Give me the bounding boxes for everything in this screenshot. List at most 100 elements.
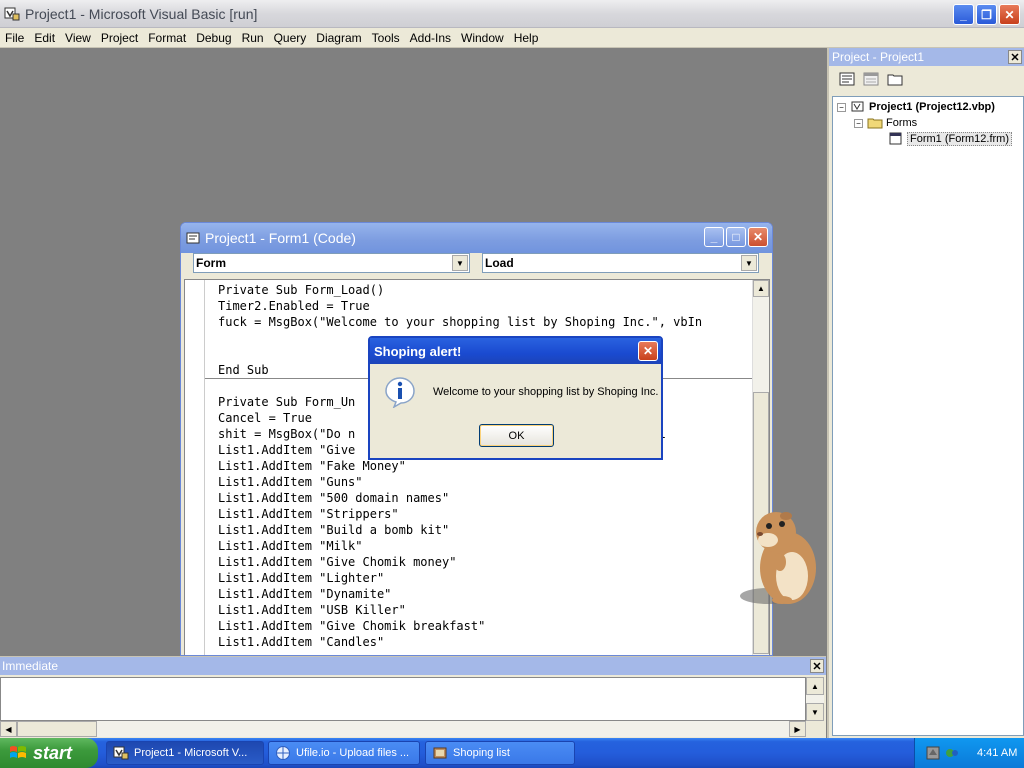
code-line: List1.AddItem "Dynamite" [218, 587, 392, 601]
project-explorer: Project - Project1 ✕ − Project1 (Project… [827, 48, 1024, 738]
immediate-title: Immediate [2, 659, 59, 673]
immediate-close-icon[interactable]: ✕ [810, 659, 824, 673]
main-title-bar[interactable]: Project1 - Microsoft Visual Basic [run] … [0, 0, 1024, 28]
menu-add-ins[interactable]: Add-Ins [405, 31, 456, 45]
object-combo[interactable]: Form ▼ [193, 253, 470, 273]
menu-diagram[interactable]: Diagram [311, 31, 366, 45]
code-line: List1.AddItem "Fake Money" [218, 459, 406, 473]
toggle-folders-icon[interactable] [885, 70, 905, 88]
code-margin[interactable] [185, 280, 205, 655]
menu-query[interactable]: Query [269, 31, 312, 45]
scroll-thumb[interactable] [17, 721, 97, 737]
tree-node-project[interactable]: − Project1 (Project12.vbp) [833, 99, 1023, 115]
menu-view[interactable]: View [60, 31, 96, 45]
task-vb[interactable]: Project1 - Microsoft V... [106, 741, 264, 765]
start-label: start [33, 742, 73, 763]
scroll-left-icon[interactable]: ◀ [0, 721, 17, 737]
immediate-title-bar: Immediate ✕ [0, 657, 826, 675]
immediate-window: Immediate ✕ ▲ ▼ ◀ ▶ [0, 656, 826, 738]
view-object-icon[interactable] [861, 70, 881, 88]
code-line: List1.AddItem "Give Chomik breakfast" [218, 619, 486, 633]
chevron-down-icon[interactable]: ▼ [452, 255, 468, 271]
project-icon [851, 101, 864, 112]
code-line: Private Sub Form_Load() [218, 283, 385, 297]
project-explorer-title-bar: Project - Project1 ✕ [829, 48, 1024, 66]
code-window-icon [186, 232, 200, 244]
menu-edit[interactable]: Edit [29, 31, 60, 45]
code-window-title-bar[interactable]: Project1 - Form1 (Code) _ □ ✕ [181, 223, 772, 253]
procedure-combo[interactable]: Load ▼ [482, 253, 759, 273]
start-button[interactable]: start [0, 738, 98, 768]
restore-button[interactable]: ❐ [976, 4, 997, 25]
immediate-input[interactable] [0, 677, 806, 721]
code-line: Timer2.Enabled = True [218, 299, 370, 313]
view-code-icon[interactable] [837, 70, 857, 88]
code-line: List1.AddItem "Strippers" [218, 507, 399, 521]
menu-debug[interactable]: Debug [191, 31, 236, 45]
task-shoping-list[interactable]: Shoping list [425, 741, 575, 765]
menu-bar: File Edit View Project Format Debug Run … [0, 28, 1024, 48]
code-maximize-button[interactable]: □ [726, 227, 746, 247]
message-box-title: Shoping alert! [374, 343, 462, 359]
folder-icon [867, 118, 883, 129]
collapse-icon[interactable]: − [837, 102, 846, 112]
menu-tools[interactable]: Tools [367, 31, 405, 45]
project-explorer-close-icon[interactable]: ✕ [1008, 50, 1022, 64]
message-box-title-bar[interactable]: Shoping alert! ✕ [370, 338, 661, 364]
tray-app-icon[interactable] [925, 745, 941, 761]
chevron-down-icon[interactable]: ▼ [741, 255, 757, 271]
code-close-button[interactable]: ✕ [748, 227, 768, 247]
scroll-right-icon[interactable]: ▶ [789, 721, 806, 737]
code-minimize-button[interactable]: _ [704, 227, 724, 247]
project-tree: − Project1 (Project12.vbp) − Forms Form1… [832, 96, 1024, 736]
immediate-vertical-scrollbar[interactable]: ▲ ▼ [806, 677, 824, 721]
tree-node-form1[interactable]: Form1 (Form12.frm) [833, 131, 1023, 147]
clock[interactable]: 4:41 AM [977, 747, 1017, 759]
code-window-caption-buttons: _ □ ✕ [704, 227, 768, 247]
vb-app-icon [113, 746, 129, 760]
code-line: List1.AddItem "Candles" [218, 635, 385, 649]
system-tray: 4:41 AM [914, 738, 1024, 768]
minimize-button[interactable]: _ [953, 4, 974, 25]
menu-file[interactable]: File [0, 31, 29, 45]
message-box: Shoping alert! ✕ Welcome to your shoppin… [368, 336, 663, 460]
task-shoping-list-label: Shoping list [453, 747, 510, 759]
message-box-text: Welcome to your shopping list by Shoping… [433, 386, 659, 398]
hamster-image [740, 512, 816, 604]
code-line: List1.AddItem "USB Killer" [218, 603, 406, 617]
project-explorer-title: Project - Project1 [832, 50, 925, 64]
scroll-up-icon[interactable]: ▲ [806, 677, 824, 695]
windows-flag-icon [10, 746, 26, 758]
menu-project[interactable]: Project [96, 31, 143, 45]
close-button[interactable]: ✕ [999, 4, 1020, 25]
code-line: List1.AddItem "Build a bomb kit" [218, 523, 450, 537]
menu-window[interactable]: Window [456, 31, 509, 45]
browser-icon [276, 746, 290, 760]
ok-button[interactable]: OK [479, 424, 554, 447]
message-box-close-button[interactable]: ✕ [638, 341, 658, 361]
scroll-up-icon[interactable]: ▲ [753, 280, 769, 297]
menu-run[interactable]: Run [237, 31, 269, 45]
object-combo-value: Form [196, 256, 226, 270]
project-explorer-toolbar [829, 66, 1024, 92]
scroll-down-icon[interactable]: ▼ [806, 703, 824, 721]
menu-format[interactable]: Format [143, 31, 191, 45]
forms-node-label: Forms [886, 117, 918, 129]
project-node-label: Project1 (Project12.vbp) [869, 101, 995, 113]
info-icon [385, 377, 415, 408]
task-ufile-label: Ufile.io - Upload files ... [296, 747, 410, 759]
tray-network-icon[interactable] [944, 745, 960, 761]
immediate-horizontal-scrollbar[interactable]: ◀ ▶ [0, 721, 806, 737]
menu-help[interactable]: Help [509, 31, 544, 45]
procedure-combo-value: Load [485, 256, 514, 270]
task-ufile[interactable]: Ufile.io - Upload files ... [268, 741, 420, 765]
collapse-icon[interactable]: − [854, 118, 863, 128]
window-title: Project1 - Microsoft Visual Basic [run] [25, 5, 258, 22]
caption-buttons: _ ❐ ✕ [953, 4, 1020, 25]
tree-node-forms[interactable]: − Forms [833, 115, 1023, 131]
task-vb-label: Project1 - Microsoft V... [134, 747, 248, 759]
taskbar: start Project1 - Microsoft V... Ufile.io… [0, 738, 1024, 768]
form-icon [889, 132, 902, 145]
code-line: List1.AddItem "Give Chomik money" [218, 555, 457, 569]
code-window-title: Project1 - Form1 (Code) [205, 230, 356, 246]
